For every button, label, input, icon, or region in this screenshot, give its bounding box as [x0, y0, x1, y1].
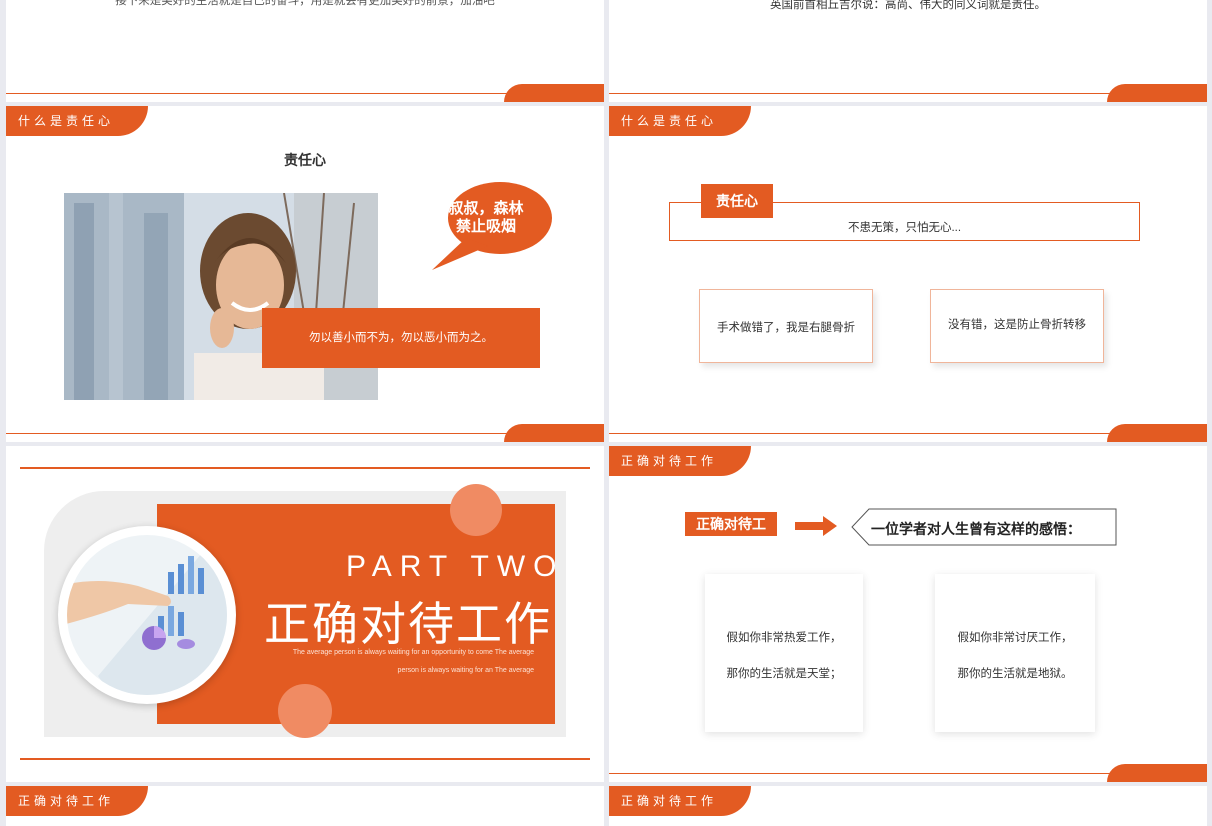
quote-box: 勿以善小而不为，勿以恶小而为之。	[262, 308, 540, 368]
section-title: 正确对待工作	[264, 598, 552, 650]
slide-work-attitude[interactable]: 正确对待工作 正确对待工 一位学者对人生曾有这样的感悟： 假如你非常热爱工作， …	[609, 446, 1207, 782]
english-line: The average person is always waiting for…	[292, 649, 534, 656]
card-line: 那你的生活就是地狱。	[957, 668, 1073, 680]
slide-title: 责任心	[284, 152, 326, 168]
slide-top-right[interactable]: 英国前首相丘吉尔说：高尚、伟大的同义词就是责任。	[609, 0, 1207, 102]
slide-text: 英国前首相丘吉尔说：高尚、伟大的同义词就是责任。	[770, 0, 1046, 11]
slide-part-two[interactable]: PART TWO 正确对待工作 The average person is al…	[6, 446, 604, 782]
card-right: 没有错，这是防止骨折转移	[930, 289, 1104, 363]
label-block: 责任心	[701, 184, 773, 218]
card-left: 手术做错了，我是右腿骨折	[699, 289, 873, 363]
arrow-right-icon	[795, 516, 837, 536]
woman-photo	[64, 193, 378, 400]
bubble-line: 禁止吸烟	[455, 218, 516, 235]
chart-hand-image	[67, 535, 227, 695]
heading-text: 一位学者对人生曾有这样的感悟：	[871, 521, 1081, 537]
corner-decoration	[1107, 84, 1207, 102]
bubble-text: 叔叔，森林 禁止吸烟	[436, 200, 536, 236]
label-text: 责任心	[716, 193, 758, 209]
corner-decoration	[1107, 424, 1207, 442]
card-line: 假如你非常讨厌工作，	[957, 632, 1073, 644]
bottom-rule	[20, 758, 590, 760]
label-text: 正确对待工	[696, 516, 766, 532]
subtitle-text: 不患无策，只怕无心...	[847, 222, 962, 234]
corner-decoration	[504, 424, 604, 442]
card-line: 假如你非常热爱工作，	[726, 632, 842, 644]
slide-bottom-left[interactable]: 正确对待工作	[6, 786, 604, 826]
bubble-line: 叔叔，森林	[448, 200, 524, 217]
part-label: PART TWO	[346, 550, 565, 583]
deco-circle-bottom	[278, 684, 332, 738]
section-tag: 正确对待工作	[609, 786, 752, 816]
slide-responsibility-cards[interactable]: 什么是责任心 不患无策，只怕无心... 责任心 手术做错了，我是右腿骨折 没有错…	[609, 106, 1207, 442]
quote-card-left: 假如你非常热爱工作， 那你的生活就是天堂；	[705, 574, 863, 732]
slide-text: 接下来是美好的生活就是自己的奋斗，用是就会有更加美好的前景，加油吧	[115, 0, 495, 7]
deco-circle-top	[450, 484, 502, 536]
top-rule	[20, 467, 590, 469]
corner-decoration	[504, 84, 604, 102]
section-tag: 正确对待工作	[609, 446, 752, 476]
slide-bottom-right[interactable]: 正确对待工作	[609, 786, 1207, 826]
card-text: 没有错，这是防止骨折转移	[948, 319, 1086, 331]
section-tag: 什么是责任心	[6, 106, 149, 136]
slide-top-left[interactable]: 接下来是美好的生活就是自己的奋斗，用是就会有更加美好的前景，加油吧	[6, 0, 604, 102]
slide-responsibility-photo[interactable]: 什么是责任心 责任心 叔叔，森林 禁止吸烟 勿以善小而不为，勿以恶小而为之。	[6, 106, 604, 442]
card-line: 那你的生活就是天堂；	[726, 668, 842, 680]
section-tag: 什么是责任心	[609, 106, 752, 136]
quote-card-right: 假如你非常讨厌工作， 那你的生活就是地狱。	[935, 574, 1095, 732]
section-tag: 正确对待工作	[6, 786, 149, 816]
card-text: 手术做错了，我是右腿骨折	[717, 322, 855, 334]
chart-photo-circle	[58, 526, 236, 704]
english-line: person is always waiting for an The aver…	[397, 667, 534, 674]
corner-decoration	[1107, 764, 1207, 782]
label-block: 正确对待工	[685, 512, 777, 536]
